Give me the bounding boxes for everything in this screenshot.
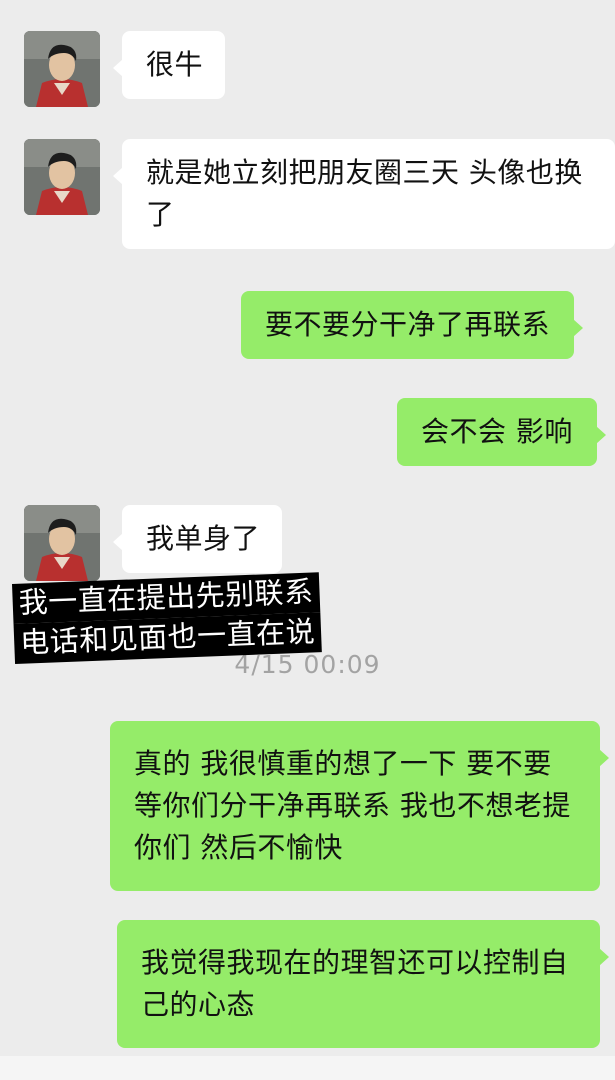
message-bubble-outgoing[interactable]: 要不要分干净了再联系	[241, 291, 584, 359]
message-text: 会不会 影响	[421, 415, 573, 448]
message-text: 我觉得我现在的理智还可以控制自己的心态	[141, 946, 569, 1021]
message-bubble-incoming[interactable]: 就是她立刻把朋友圈三天 头像也换了	[113, 139, 615, 249]
chat-thread: 很牛 就是她立刻把朋友圈三天 头像也换了 要不要分干净了再联系 会不会 影响 我…	[0, 0, 615, 1080]
contact-avatar[interactable]	[24, 505, 100, 581]
contact-avatar[interactable]	[24, 139, 100, 215]
message-text: 很牛	[146, 48, 204, 81]
avatar-basketball-player-icon	[24, 505, 100, 581]
bottom-edge	[0, 1056, 615, 1080]
message-bubble-outgoing[interactable]: 我觉得我现在的理智还可以控制自己的心态	[117, 920, 609, 1048]
message-bubble-incoming[interactable]: 我单身了	[112, 505, 283, 573]
message-bubble-outgoing[interactable]: 会不会 影响	[397, 398, 606, 466]
message-text: 要不要分干净了再联系	[265, 308, 551, 341]
overlay-caption: 我一直在提出先别联系 电话和见面也一直在说	[12, 570, 375, 664]
message-text: 就是她立刻把朋友圈三天 头像也换了	[146, 156, 583, 231]
avatar-basketball-player-icon	[24, 31, 100, 107]
message-text: 真的 我很慎重的想了一下 要不要等你们分干净再联系 我也不想老提你们 然后不愉快	[134, 747, 571, 864]
message-bubble-outgoing[interactable]: 真的 我很慎重的想了一下 要不要等你们分干净再联系 我也不想老提你们 然后不愉快	[110, 721, 609, 891]
contact-avatar[interactable]	[24, 31, 100, 107]
avatar-basketball-player-icon	[24, 139, 100, 215]
message-bubble-incoming[interactable]: 很牛	[112, 31, 226, 99]
message-text: 我单身了	[146, 522, 261, 555]
